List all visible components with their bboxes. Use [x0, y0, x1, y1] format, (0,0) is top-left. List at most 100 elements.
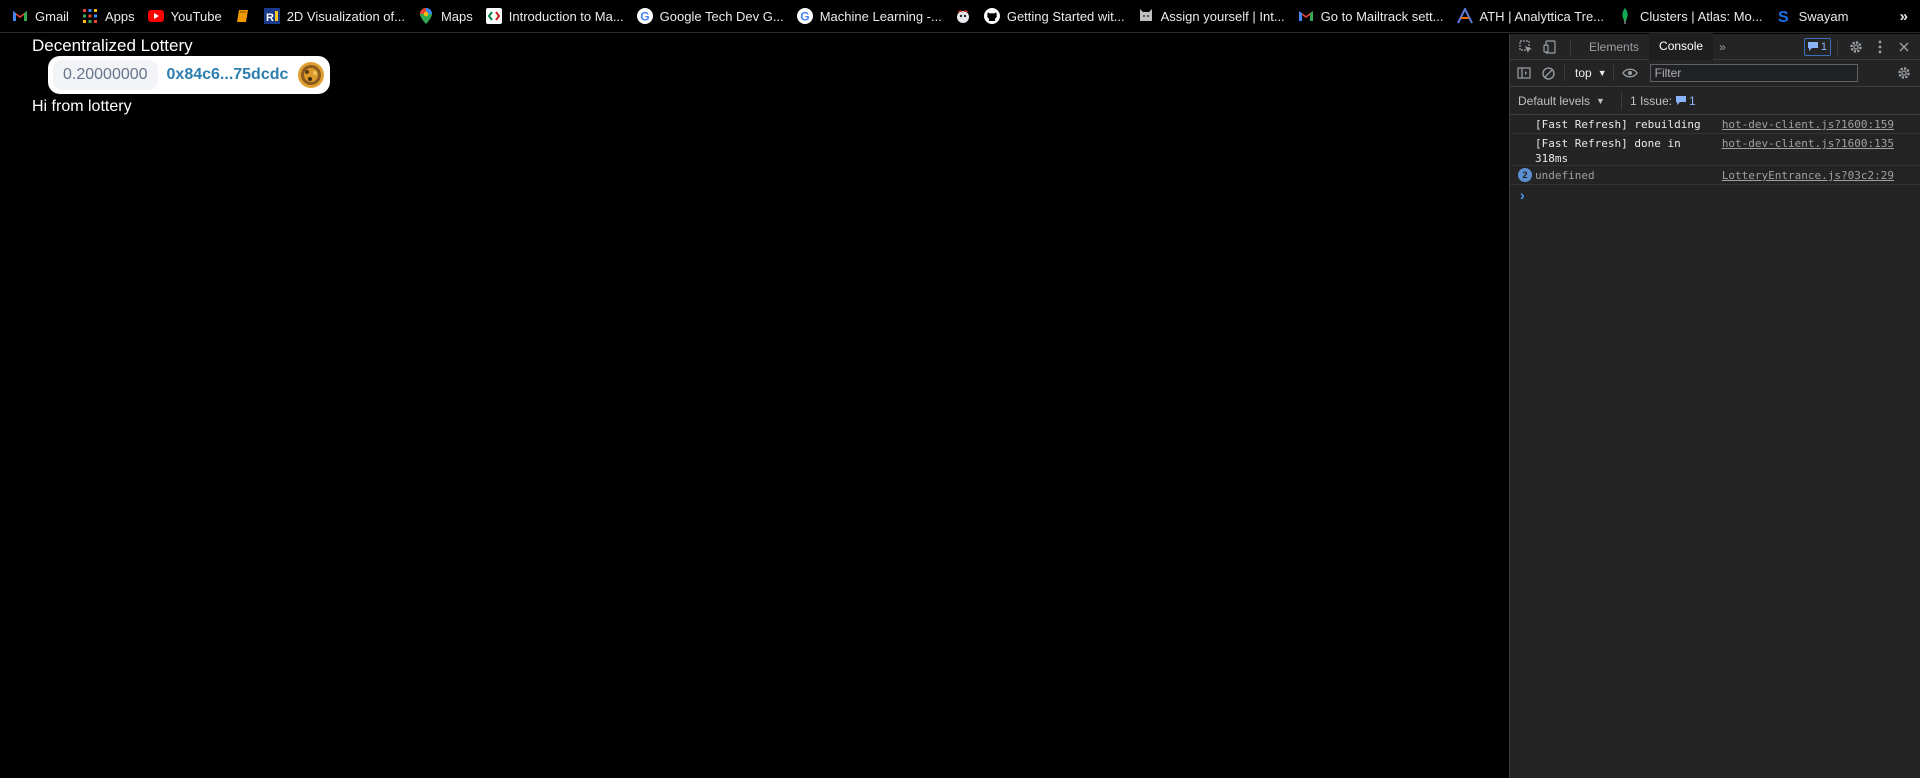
svg-text:R: R — [266, 12, 274, 24]
device-toolbar-icon[interactable] — [1538, 35, 1562, 59]
bookmark-maps[interactable]: Maps — [418, 0, 473, 33]
wallet-avatar-icon — [298, 62, 325, 88]
bookmark-label: Clusters | Atlas: Mo... — [1640, 8, 1763, 24]
bookmark-clusters-atlas[interactable]: Clusters | Atlas: Mo... — [1617, 0, 1763, 33]
wallet-balance: 0.20000000 — [53, 60, 158, 90]
console-settings-gear-icon[interactable] — [1892, 61, 1916, 85]
bookmark-apps[interactable]: Apps — [82, 0, 135, 33]
console-filter-input[interactable] — [1649, 64, 1858, 82]
bookmark-mascot[interactable] — [955, 0, 978, 33]
console-message-source-link[interactable]: hot-dev-client.js?1600:135 — [1722, 136, 1894, 151]
bookmark-youtube[interactable]: YouTube — [147, 0, 222, 33]
actions-divider — [1837, 38, 1838, 55]
kebab-menu-icon[interactable] — [1868, 35, 1892, 59]
more-tabs-button[interactable]: » — [1713, 34, 1732, 59]
bookmark-label: YouTube — [170, 8, 222, 24]
bookmark-book[interactable] — [235, 0, 258, 33]
message-icon — [1807, 42, 1818, 51]
console-message-source-link[interactable]: LotteryEntrance.js?03c2:29 — [1722, 168, 1894, 183]
log-levels-dropdown[interactable]: Default levels ▼ — [1518, 94, 1605, 108]
issues-badge-button[interactable]: 1 — [1803, 37, 1831, 56]
bookmark-label: 2D Visualization of... — [286, 8, 405, 24]
ath-icon — [1456, 8, 1473, 24]
close-icon[interactable] — [1892, 35, 1916, 59]
bookmark-label: Google Tech Dev G... — [659, 8, 784, 24]
issues-count: 1 — [1676, 94, 1696, 108]
context-value: top — [1575, 66, 1592, 80]
tab-elements[interactable]: Elements — [1579, 34, 1649, 59]
code-icon — [485, 8, 502, 24]
live-expression-eye-icon[interactable] — [1618, 61, 1642, 85]
console-message-text: [Fast Refresh] rebuilding — [1535, 118, 1701, 131]
issues-count-value: 1 — [1689, 93, 1696, 108]
log-levels-label: Default levels — [1518, 93, 1591, 108]
mongodb-leaf-icon — [1617, 8, 1633, 24]
bookmark-google-tech-dev[interactable]: G Google Tech Dev G... — [636, 0, 784, 33]
book-icon — [235, 8, 251, 24]
page-viewport: Decentralized Lottery 0.20000000 0x84c6.… — [0, 34, 1509, 778]
dropdown-arrow-icon: ▼ — [1597, 68, 1607, 78]
settings-gear-icon[interactable] — [1844, 35, 1868, 59]
bookmark-ath-analyttica[interactable]: ATH | Analyttica Tre... — [1456, 0, 1605, 33]
console-message-text: [Fast Refresh] done in 318ms — [1535, 137, 1681, 165]
bookmark-label: Introduction to Ma... — [508, 8, 624, 24]
google-icon: G — [636, 8, 653, 24]
console-message: [Fast Refresh] done in 318ms hot-dev-cli… — [1510, 134, 1920, 166]
bookmark-label: Gmail — [35, 8, 69, 24]
console-message-text: undefined — [1535, 169, 1595, 182]
devtools-actions: 1 — [1800, 34, 1916, 59]
greeting-text: Hi from lottery — [32, 98, 132, 115]
tab-console[interactable]: Console — [1649, 33, 1714, 60]
youtube-icon — [147, 8, 164, 24]
clear-console-icon[interactable] — [1536, 61, 1560, 85]
svg-text:G: G — [800, 10, 809, 24]
wallet-address: 0x84c6...75dcdc — [166, 66, 289, 83]
bookmark-gmail[interactable]: Gmail — [12, 0, 69, 33]
prompt-caret-icon: › — [1520, 187, 1525, 203]
apps-grid-icon — [82, 8, 98, 24]
bookmark-swayam[interactable]: S Swayam — [1776, 0, 1849, 33]
inspect-element-icon[interactable] — [1514, 35, 1538, 59]
console-message: [Fast Refresh] rebuilding hot-dev-client… — [1510, 115, 1920, 134]
mascot-icon — [955, 8, 971, 24]
bookmark-machine-learning[interactable]: G Machine Learning -... — [796, 0, 942, 33]
bookmark-label: Maps — [440, 8, 473, 24]
console-message-source-link[interactable]: hot-dev-client.js?1600:159 — [1722, 117, 1894, 132]
wallet-connect-button[interactable]: 0.20000000 0x84c6...75dcdc — [48, 56, 330, 94]
toolbar-divider — [1612, 65, 1614, 81]
devtools-panel: Elements Console » 1 top ▼ Filter Defaul… — [1509, 33, 1920, 778]
bookmarks-overflow-button[interactable]: » — [1900, 0, 1908, 33]
wallet-account[interactable]: 0x84c6...75dcdc — [167, 62, 325, 88]
bookmark-label: Go to Mailtrack sett... — [1320, 8, 1444, 24]
google-icon: G — [796, 8, 813, 24]
ri-icon: R — [263, 8, 280, 24]
bookmark-label: Swayam — [1798, 8, 1849, 24]
bookmark-introduction[interactable]: Introduction to Ma... — [485, 0, 624, 33]
message-icon — [1676, 96, 1686, 105]
bookmark-assign-yourself[interactable]: Assign yourself | Int... — [1138, 0, 1285, 33]
bookmark-label: Machine Learning -... — [819, 8, 942, 24]
issues-counter-button[interactable]: 1 Issue: 1 — [1620, 91, 1696, 110]
maps-pin-icon — [418, 8, 434, 24]
bookmark-label: ATH | Analyttica Tre... — [1479, 8, 1605, 24]
page-title: Decentralized Lottery — [32, 36, 193, 55]
console-prompt[interactable]: › — [1510, 185, 1920, 205]
console-levels-bar: Default levels ▼ 1 Issue: 1 — [1510, 87, 1920, 115]
bookmark-2d-visualization[interactable]: R 2D Visualization of... — [263, 0, 405, 33]
console-messages: [Fast Refresh] rebuilding hot-dev-client… — [1510, 115, 1920, 205]
sidebar-toggle-icon[interactable] — [1512, 61, 1536, 85]
context-selector[interactable]: top ▼ — [1575, 66, 1607, 80]
toolbar-divider — [1564, 65, 1565, 81]
bookmark-label: Assign yourself | Int... — [1160, 8, 1285, 24]
bookmark-mailtrack[interactable]: Go to Mailtrack sett... — [1298, 0, 1444, 33]
bookmark-label: Apps — [104, 8, 135, 24]
bookmark-label: Getting Started wit... — [1006, 8, 1125, 24]
issues-badge-count: 1 — [1820, 40, 1827, 53]
gmail-icon — [12, 8, 28, 24]
devtools-tabbar: Elements Console » 1 — [1510, 33, 1920, 60]
console-toolbar: top ▼ — [1510, 60, 1920, 87]
dropdown-arrow-icon: ▼ — [1596, 95, 1605, 106]
bookmark-getting-started[interactable]: Getting Started wit... — [983, 0, 1125, 33]
gmail-icon — [1298, 8, 1314, 24]
svg-text:S: S — [1778, 9, 1789, 24]
